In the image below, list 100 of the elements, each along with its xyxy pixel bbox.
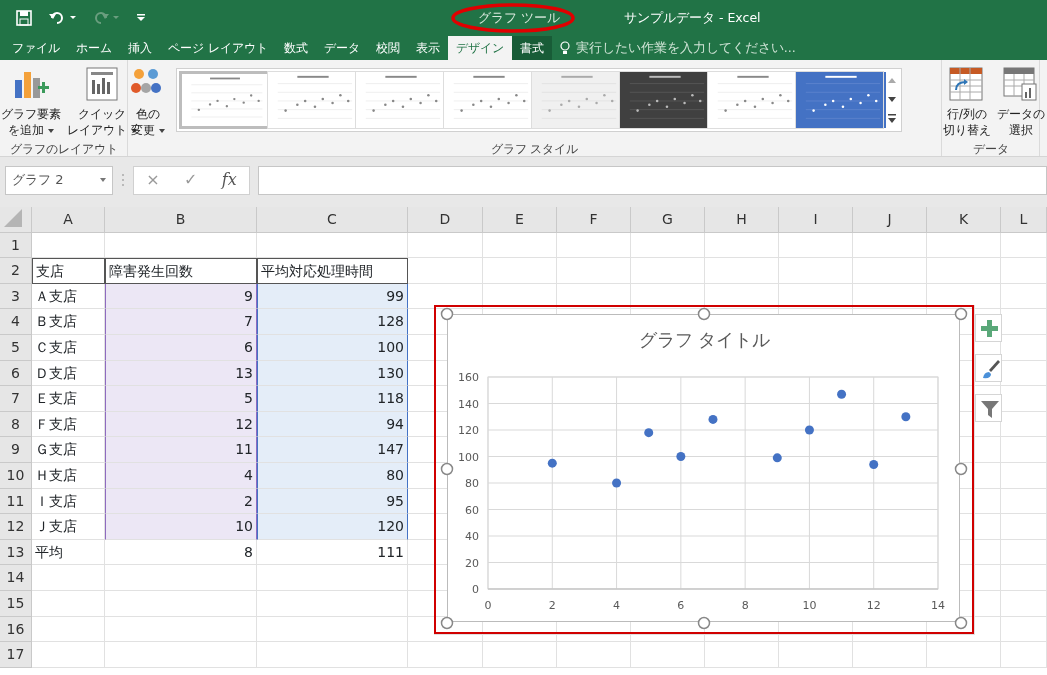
chart-filters-button[interactable] — [975, 394, 1002, 422]
data-point[interactable] — [676, 452, 686, 461]
select-data-button[interactable]: データの 選択 — [996, 64, 1046, 140]
formula-field[interactable] — [258, 165, 1047, 195]
row-header[interactable]: 6 — [0, 360, 32, 387]
ribbon-tab[interactable]: 表示 — [407, 36, 448, 60]
undo-icon[interactable] — [48, 10, 76, 26]
table-cell: 10 — [105, 514, 257, 540]
row-header[interactable]: 14 — [0, 565, 32, 591]
table-cell: 94 — [257, 411, 408, 438]
data-point[interactable] — [804, 425, 814, 435]
row-header[interactable]: 9 — [0, 437, 32, 463]
table-cell: 95 — [257, 488, 408, 515]
x-axis-label: 14 — [931, 599, 945, 612]
row-header[interactable]: 11 — [0, 488, 32, 515]
column-header[interactable]: H — [705, 207, 779, 233]
customize-icon[interactable] — [136, 13, 146, 23]
insert-function-button[interactable]: fx — [213, 168, 245, 192]
data-point[interactable] — [708, 414, 718, 424]
data-point[interactable] — [901, 412, 911, 422]
data-point[interactable] — [547, 458, 557, 468]
ribbon-tab[interactable]: デザイン — [447, 36, 512, 60]
chart-style-thumbnail[interactable] — [179, 71, 267, 129]
y-axis-label: 80 — [465, 477, 479, 490]
data-point[interactable] — [644, 428, 654, 438]
caret-icon — [100, 178, 106, 182]
colors-button[interactable]: 色の 変更 — [128, 64, 168, 140]
lightbulb-icon — [559, 41, 570, 55]
column-header[interactable]: I — [779, 207, 853, 233]
chart-style-thumbnail[interactable] — [531, 71, 619, 129]
row-header[interactable]: 1 — [0, 232, 32, 259]
row-header[interactable]: 16 — [0, 616, 32, 643]
ribbon-tab[interactable]: ホーム — [68, 36, 120, 60]
grid-arrows-icon — [948, 66, 986, 102]
tell-me-field[interactable]: 実行したい作業を入力してください... — [573, 37, 834, 59]
resize-handle[interactable] — [954, 307, 968, 321]
empty-cell — [1001, 514, 1047, 540]
ribbon-tab[interactable]: 数式 — [275, 36, 316, 60]
data-point[interactable] — [869, 459, 879, 469]
column-header[interactable]: L — [1001, 207, 1047, 233]
table-chart-icon — [1002, 66, 1040, 102]
chart-elements-button[interactable] — [975, 314, 1002, 342]
column-header[interactable]: J — [853, 207, 927, 233]
x-axis-label: 8 — [741, 599, 749, 612]
resize-handle[interactable] — [954, 461, 968, 476]
chart-style-thumbnail[interactable] — [795, 71, 883, 129]
data-point[interactable] — [837, 389, 847, 399]
row-header[interactable]: 2 — [0, 258, 32, 284]
ribbon-tab[interactable]: ページ レイアウト — [160, 36, 276, 60]
row-header[interactable]: 7 — [0, 386, 32, 412]
chart-style-thumbnail[interactable] — [443, 71, 531, 129]
row-header[interactable]: 10 — [0, 462, 32, 489]
x-axis-label: 12 — [866, 599, 881, 612]
row-header[interactable]: 12 — [0, 514, 32, 540]
resize-handle[interactable] — [440, 616, 454, 630]
row-header[interactable]: 8 — [0, 411, 32, 438]
column-header[interactable]: E — [483, 207, 557, 233]
empty-cell — [1001, 565, 1047, 591]
chart-style-thumbnail[interactable] — [707, 71, 795, 129]
ribbon-tab[interactable]: 校閲 — [367, 36, 408, 60]
column-header[interactable]: G — [631, 207, 705, 233]
ribbon-tab[interactable]: 書式 — [511, 36, 552, 60]
chart-style-thumbnail[interactable] — [355, 71, 443, 129]
resize-handle[interactable] — [697, 616, 711, 630]
empty-cell — [1001, 488, 1047, 515]
name-box[interactable]: グラフ 2 — [5, 165, 113, 195]
ribbon-tab[interactable]: 挿入 — [120, 36, 160, 60]
row-header[interactable]: 3 — [0, 283, 32, 310]
data-point[interactable] — [612, 478, 622, 488]
row-header[interactable]: 4 — [0, 309, 32, 335]
row-header[interactable]: 17 — [0, 642, 32, 668]
row-header[interactable]: 13 — [0, 539, 32, 566]
column-header[interactable]: K — [927, 207, 1001, 233]
row-header[interactable]: 5 — [0, 334, 32, 361]
column-header[interactable]: C — [257, 207, 408, 233]
chart-title[interactable]: グラフ タイトル — [638, 329, 771, 350]
data-point[interactable] — [772, 453, 782, 463]
column-header[interactable]: F — [557, 207, 631, 233]
chart-area[interactable]: グラフ タイトル 0 20 40 60 80 100 120 140 160 0 2 4 6 8 10 12 14 — [447, 314, 960, 622]
ribbon-tab[interactable]: データ — [315, 36, 368, 60]
x-axis-label: 2 — [548, 599, 556, 612]
switch-button[interactable]: 行/列の 切り替え — [942, 64, 992, 140]
chart-style-thumbnail[interactable] — [267, 71, 355, 129]
empty-cell — [1001, 283, 1047, 310]
resize-handle[interactable] — [954, 616, 968, 630]
resize-handle[interactable] — [697, 307, 711, 321]
chart-styles-button[interactable] — [975, 354, 1002, 382]
save-icon[interactable] — [16, 10, 32, 26]
column-header[interactable]: A — [32, 207, 105, 233]
chart-style-thumbnail[interactable] — [619, 71, 707, 129]
row-header[interactable]: 15 — [0, 590, 32, 617]
add-element-button[interactable]: グラフ要素 を追加 — [0, 64, 62, 140]
resize-handle[interactable] — [440, 307, 454, 321]
column-header[interactable]: B — [105, 207, 257, 233]
ribbon-tab[interactable]: ファイル — [4, 36, 68, 60]
table-cell: 4 — [105, 462, 257, 489]
table-cell: 平均対応処理時間 — [257, 258, 408, 284]
column-header[interactable]: D — [408, 207, 483, 233]
resize-handle[interactable] — [440, 461, 454, 476]
empty-cell — [1001, 590, 1047, 617]
